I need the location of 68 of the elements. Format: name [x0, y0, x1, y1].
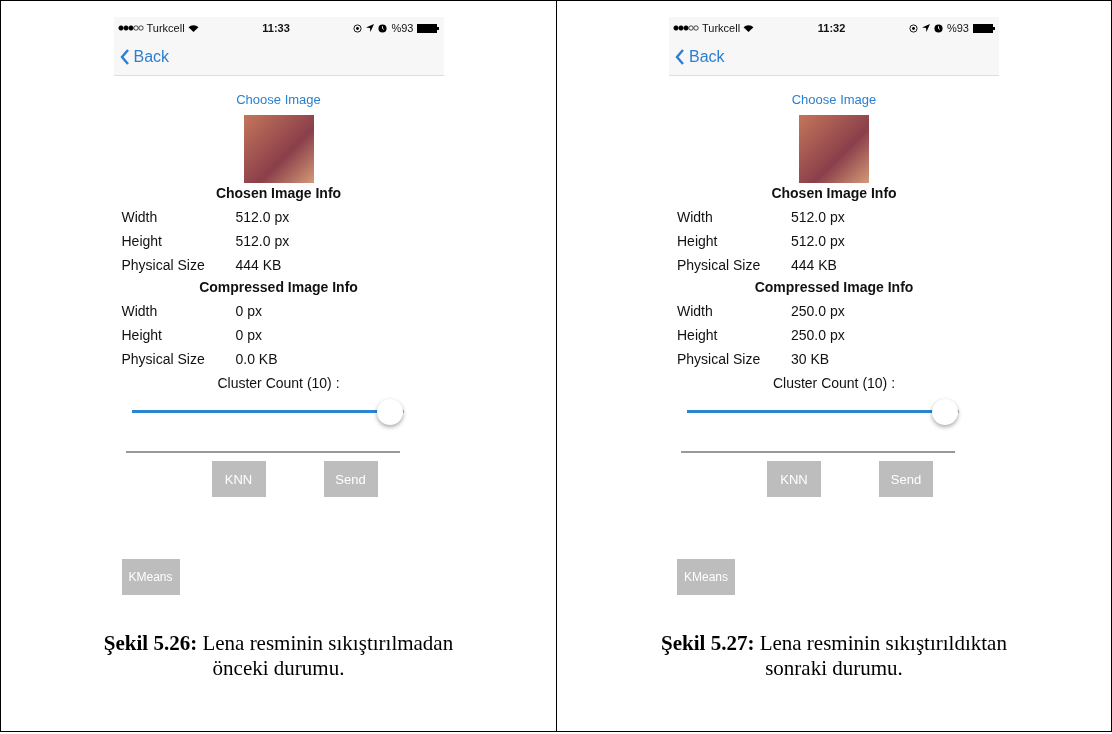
info-value: 444 KB: [235, 257, 282, 273]
back-button[interactable]: Back: [675, 48, 725, 66]
lock-rotation-icon: [908, 23, 918, 33]
action-button[interactable]: KNN: [211, 461, 266, 497]
kmeans-button[interactable]: KMeans: [677, 559, 735, 595]
status-time: 11:33: [262, 22, 290, 34]
figure-caption: Şekil 5.27: Lena resminin sıkıştırıldıktan sonraki durumu.: [660, 631, 1008, 682]
photo-placeholder: [799, 115, 869, 183]
info-value: 512.0 px: [791, 233, 845, 249]
info-label: Physical Size: [121, 351, 206, 367]
wifi-icon: [187, 23, 199, 33]
wifi-icon: [743, 23, 755, 33]
info-value: 30 KB: [791, 351, 830, 367]
info-label: Height: [121, 327, 163, 343]
info-label: Physical Size: [677, 351, 762, 367]
battery-icon: [973, 23, 995, 33]
info-value: 0.0 KB: [235, 351, 278, 367]
section-title: Compressed Image Info: [754, 279, 914, 295]
choose-image-link[interactable]: Choose Image: [236, 92, 321, 107]
slider-label: Cluster Count (10) :: [772, 375, 896, 391]
battery-percent: %93: [946, 22, 969, 34]
section-title: Chosen Image Info: [771, 185, 897, 201]
chevron-left-icon: [119, 49, 130, 65]
battery-icon: [417, 23, 440, 33]
location-icon: [921, 24, 930, 32]
carrier-name: Turkcell: [146, 22, 185, 34]
alarm-icon: [378, 23, 388, 33]
choose-image-link[interactable]: Choose Image: [791, 92, 877, 107]
info-value: 0 px: [235, 327, 262, 343]
alarm-icon: [933, 23, 943, 33]
action-button[interactable]: Send: [879, 461, 933, 497]
photo-placeholder: [243, 115, 314, 183]
info-label: Width: [121, 209, 159, 225]
carrier-name: Turkcell: [702, 22, 741, 34]
info-value: 250.0 px: [791, 327, 845, 343]
section-title: Compressed Image Info: [199, 279, 358, 295]
signal-icon: [673, 25, 699, 31]
action-button[interactable]: Send: [323, 461, 378, 497]
info-label: Height: [677, 327, 719, 343]
info-label: Width: [677, 303, 714, 319]
kmeans-button[interactable]: KMeans: [121, 559, 180, 595]
action-button[interactable]: KNN: [767, 461, 821, 497]
info-value: 512.0 px: [791, 209, 845, 225]
status-time: 11:32: [817, 22, 846, 34]
location-icon: [366, 24, 375, 32]
section-title: Chosen Image Info: [215, 185, 342, 201]
slider-label: Cluster Count (10) :: [217, 375, 340, 391]
slider-thumb[interactable]: [376, 399, 403, 425]
info-value: 0 px: [235, 303, 262, 319]
lock-rotation-icon: [353, 23, 363, 33]
info-value: 512.0 px: [235, 233, 290, 249]
info-label: Width: [121, 303, 159, 319]
battery-percent: %93: [391, 22, 414, 34]
slider[interactable]: [687, 399, 959, 425]
info-label: Height: [121, 233, 163, 249]
info-label: Width: [677, 209, 714, 225]
info-label: Height: [677, 233, 719, 249]
figure-caption: Şekil 5.26: Lena resminin sıkıştırılmadan önceki durumu.: [102, 631, 455, 682]
back-button[interactable]: Back: [119, 48, 170, 66]
slider-thumb[interactable]: [932, 399, 959, 425]
slider[interactable]: [131, 399, 404, 425]
info-value: 512.0 px: [235, 209, 290, 225]
info-value: 444 KB: [791, 257, 837, 273]
chevron-left-icon: [675, 49, 685, 65]
info-label: Physical Size: [677, 257, 762, 273]
info-label: Physical Size: [121, 257, 206, 273]
signal-icon: [117, 25, 144, 31]
info-value: 250.0 px: [791, 303, 845, 319]
